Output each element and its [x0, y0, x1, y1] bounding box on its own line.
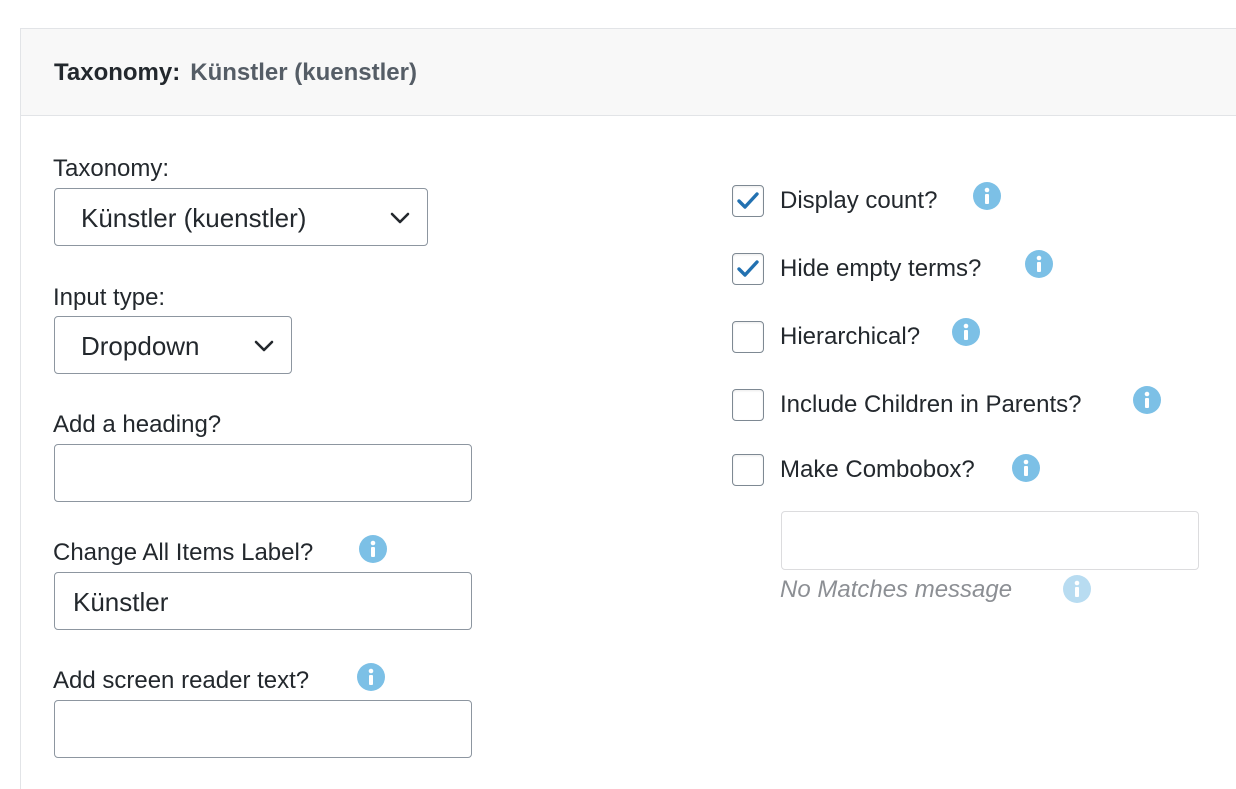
panel-header: Taxonomy: Künstler (kuenstler)	[21, 29, 1236, 116]
info-icon[interactable]	[973, 182, 1001, 210]
screen-reader-input[interactable]	[54, 700, 472, 758]
hide-empty-label: Hide empty terms?	[780, 255, 982, 282]
all-items-label-input[interactable]: Künstler	[54, 572, 472, 630]
include-children-label: Include Children in Parents?	[780, 391, 1082, 418]
taxonomy-label: Taxonomy:	[53, 155, 170, 182]
no-matches-message-input[interactable]	[781, 511, 1199, 570]
make-combobox-label: Make Combobox?	[780, 456, 975, 483]
info-icon[interactable]	[1133, 386, 1161, 414]
hide-empty-checkbox[interactable]	[732, 253, 764, 285]
info-icon[interactable]	[1063, 575, 1091, 603]
info-icon[interactable]	[952, 318, 980, 346]
display-count-checkbox[interactable]	[732, 185, 764, 217]
no-matches-message-label: No Matches message	[780, 576, 1013, 603]
info-icon[interactable]	[359, 535, 387, 563]
taxonomy-select-value: Künstler (kuenstler)	[81, 203, 307, 233]
heading-label: Add a heading?	[53, 411, 222, 438]
hierarchical-checkbox[interactable]	[732, 321, 764, 353]
chevron-down-icon	[253, 335, 275, 357]
chevron-down-icon	[389, 207, 411, 229]
heading-input[interactable]	[54, 444, 472, 502]
input-type-select-value: Dropdown	[81, 331, 200, 361]
checkmark-icon	[737, 260, 759, 277]
taxonomy-select[interactable]: Künstler (kuenstler)	[54, 188, 428, 246]
panel-title: Taxonomy: Künstler (kuenstler)	[54, 59, 417, 87]
panel-title-value: Künstler (kuenstler)	[190, 59, 417, 86]
include-children-checkbox[interactable]	[732, 389, 764, 421]
info-icon[interactable]	[1012, 454, 1040, 482]
all-items-label-label: Change All Items Label?	[53, 539, 314, 566]
info-icon[interactable]	[357, 663, 385, 691]
display-count-label: Display count?	[780, 187, 938, 214]
input-type-label: Input type:	[53, 284, 166, 311]
checkmark-icon	[737, 192, 759, 209]
hierarchical-label: Hierarchical?	[780, 323, 921, 350]
all-items-label-value: Künstler	[73, 587, 169, 617]
make-combobox-checkbox[interactable]	[732, 454, 764, 486]
panel-title-label: Taxonomy:	[54, 59, 181, 86]
input-type-select[interactable]: Dropdown	[54, 316, 292, 374]
screen-reader-label: Add screen reader text?	[53, 667, 310, 694]
info-icon[interactable]	[1025, 250, 1053, 278]
